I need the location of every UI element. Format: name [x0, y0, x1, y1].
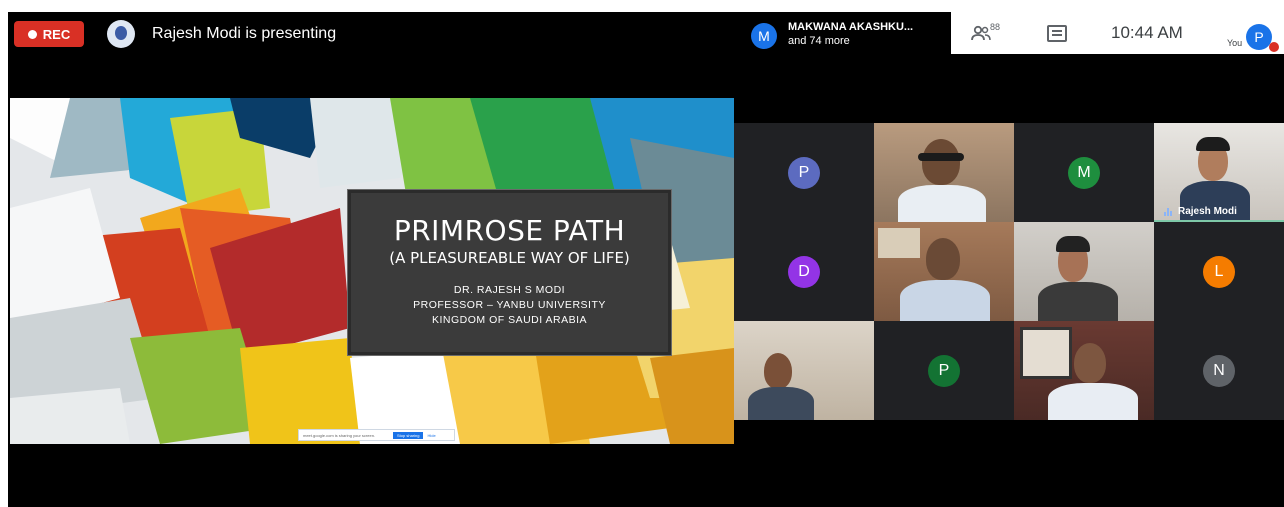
participant-avatar: P: [788, 156, 820, 189]
participant-tile[interactable]: [1014, 222, 1154, 321]
wall-poster: [878, 228, 920, 258]
author-block: DR. RAJESH S MODI PROFESSOR – YANBU UNIV…: [348, 283, 671, 328]
author-name: DR. RAJESH S MODI: [453, 284, 566, 296]
person-body: [898, 185, 986, 222]
participant-avatar: L: [1203, 255, 1235, 288]
clock: 10:44 AM: [1111, 23, 1183, 42]
chat-box-icon: [1047, 24, 1067, 42]
participant-tile[interactable]: N: [1154, 321, 1284, 420]
people-count: 88: [990, 22, 1001, 32]
person-body: [1048, 383, 1138, 420]
participant-grid: P M Rajesh Modi D L P N: [734, 123, 1284, 421]
participant-avatar: P: [928, 354, 960, 387]
presenting-status: Rajesh Modi is presenting: [152, 25, 337, 42]
participant-avatar: M: [751, 23, 777, 49]
meeting-window: REC Rajesh Modi is presenting M MAKWANA …: [8, 12, 1284, 507]
person-hair: [1196, 137, 1230, 151]
participant-tile[interactable]: P: [874, 321, 1014, 420]
recording-label: REC: [42, 26, 71, 42]
recording-badge: REC: [14, 21, 84, 47]
participant-tile[interactable]: [874, 123, 1014, 222]
participant-tile[interactable]: M: [1014, 123, 1154, 222]
screen-share-bar: meet.google.com is sharing your screen. …: [298, 429, 455, 441]
you-label: You: [1227, 38, 1243, 48]
author-role: PROFESSOR – YANBU UNIVERSITY: [413, 299, 606, 311]
shared-slide: PRIMROSE PATH (A PLEASUREABLE WAY OF LIF…: [10, 98, 734, 444]
participant-tile-active[interactable]: Rajesh Modi: [1154, 123, 1284, 222]
participant-avatar: D: [788, 255, 820, 288]
participant-tile[interactable]: D: [734, 222, 874, 321]
participant-avatar: N: [1203, 354, 1235, 387]
top-tray: 88 10:44 AM You P: [951, 12, 1284, 54]
participant-tile[interactable]: [874, 222, 1014, 321]
presenter-face-icon: [115, 26, 127, 40]
people-svg-icon: [971, 25, 991, 41]
person-head: [764, 353, 792, 389]
share-bar-text: meet.google.com is sharing your screen.: [303, 432, 376, 438]
title-card: PRIMROSE PATH (A PLEASUREABLE WAY OF LIF…: [347, 189, 672, 356]
notification-dot-icon: [1269, 42, 1279, 52]
hide-share-bar-button[interactable]: Hide: [423, 433, 435, 438]
person-head: [1074, 343, 1106, 383]
person-hair: [1056, 236, 1090, 252]
person-body: [900, 280, 990, 321]
participant-name-label: Rajesh Modi: [1178, 206, 1237, 217]
slide-title: PRIMROSE PATH: [393, 214, 626, 247]
participant-tile[interactable]: [734, 321, 874, 420]
participant-tile[interactable]: P: [734, 123, 874, 222]
person-body: [1038, 282, 1118, 321]
headset-icon: [918, 153, 964, 161]
person-body: [748, 387, 814, 420]
person-head: [922, 139, 960, 185]
people-icon[interactable]: [971, 12, 991, 54]
participant-name: MAKWANA AKASHKU...: [788, 21, 914, 33]
stop-sharing-button[interactable]: Stop sharing: [393, 431, 424, 439]
record-dot-icon: [27, 29, 37, 39]
wall-art: [1020, 327, 1072, 379]
author-location: KINGDOM OF SAUDI ARABIA: [431, 314, 588, 326]
participant-tile[interactable]: [1014, 321, 1154, 420]
chat-icon[interactable]: [1047, 12, 1067, 54]
participant-avatar: M: [1068, 156, 1100, 189]
participant-tile[interactable]: L: [1154, 222, 1284, 321]
participant-more: and 74 more: [788, 35, 850, 47]
slide-subtitle: (A PLEASUREABLE WAY OF LIFE): [389, 249, 630, 267]
presenter-avatar: [107, 20, 135, 48]
person-head: [926, 238, 960, 280]
speaking-icon: [1164, 208, 1172, 216]
